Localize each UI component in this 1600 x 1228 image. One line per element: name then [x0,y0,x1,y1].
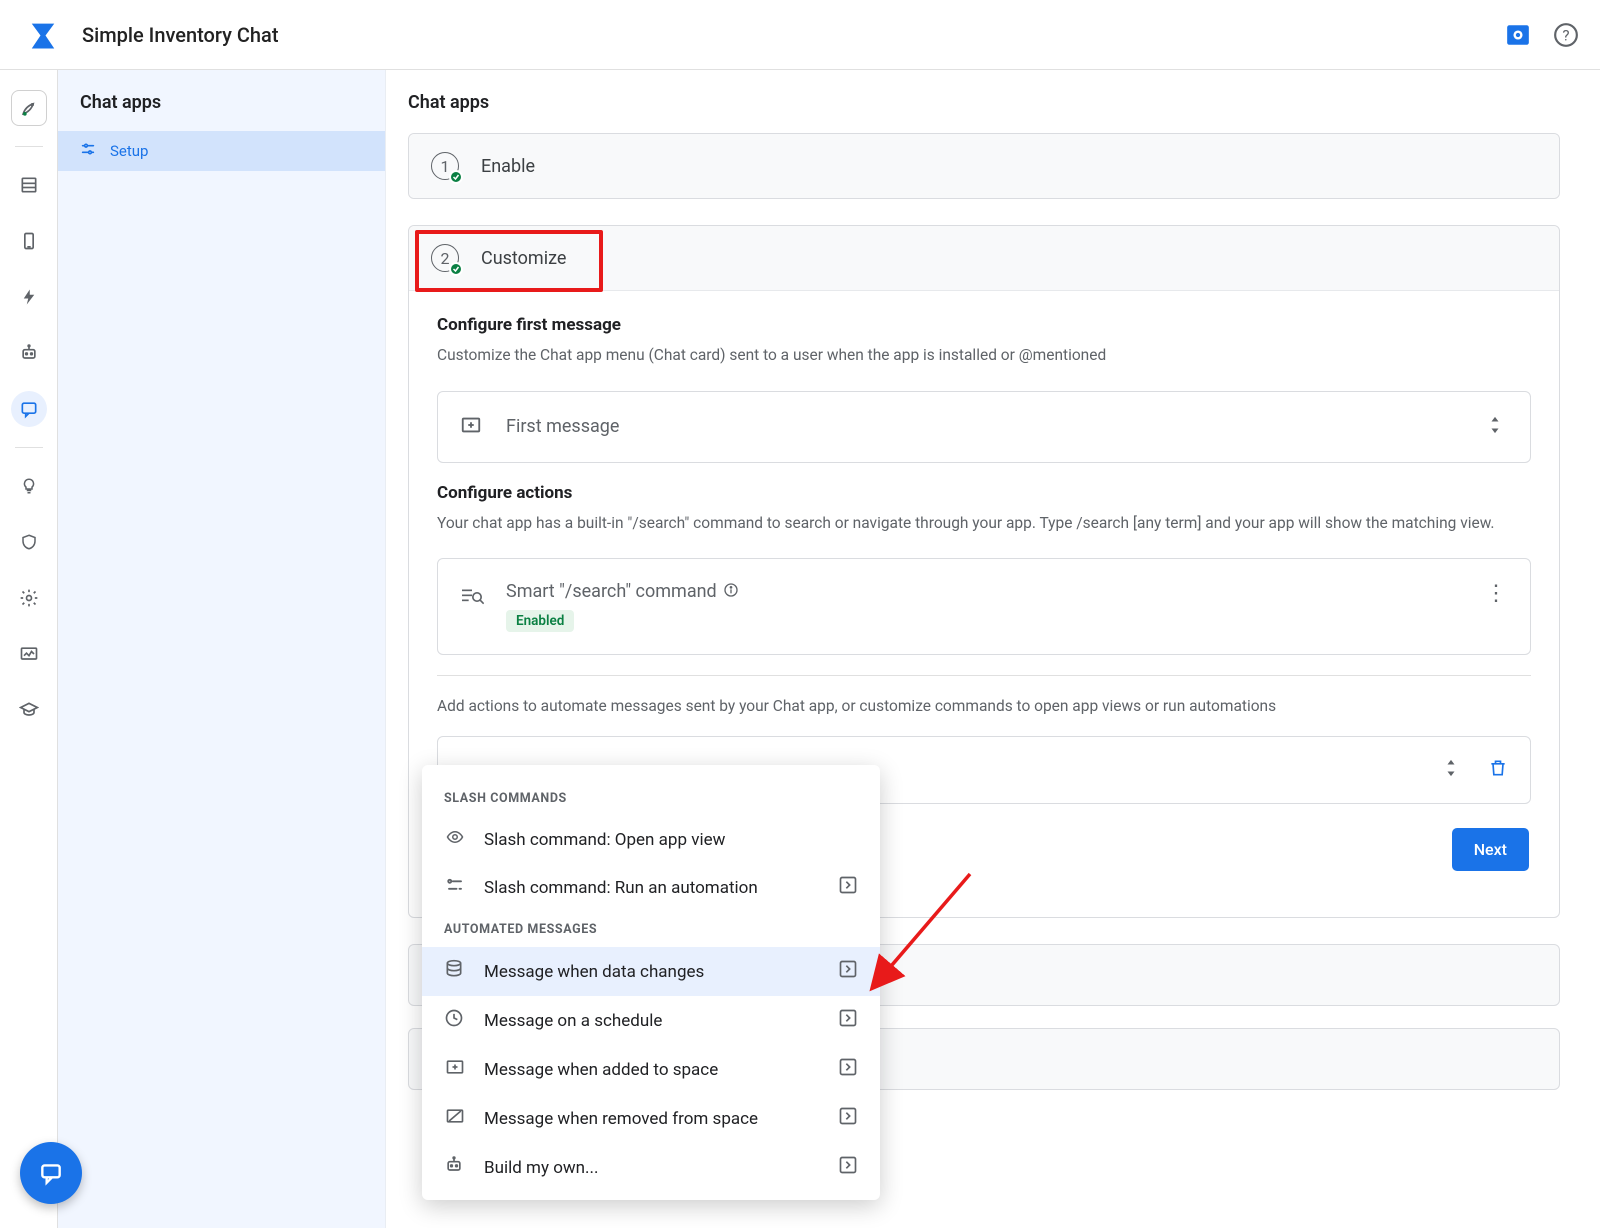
search-command-tile[interactable]: Smart "/search" command Enabled ⋮ [437,558,1531,655]
step-2-title: Customize [481,248,566,269]
expand-icon[interactable] [1482,414,1508,440]
info-icon[interactable] [723,582,739,602]
preview-icon[interactable] [1504,21,1532,49]
step-1-title: Enable [481,156,535,177]
rail-bolt-icon[interactable] [11,279,47,315]
card-plus-icon [444,1057,466,1082]
menu-item-data-changes[interactable]: Message when data changes [422,947,880,996]
menu-item-open-view[interactable]: Slash command: Open app view [422,816,880,863]
action-type-menu: SLASH COMMANDS Slash command: Open app v… [422,765,880,1200]
enter-icon [838,1057,858,1082]
first-message-tile-label: First message [506,416,619,437]
first-message-section-desc: Customize the Chat app menu (Chat card) … [437,345,1531,367]
sidebar-item-setup[interactable]: Setup [58,131,385,171]
search-command-label: Smart "/search" command [506,581,717,602]
enter-icon [838,959,858,984]
step-enable-card[interactable]: 1 Enable [408,133,1560,199]
svg-text:?: ? [1562,26,1569,44]
actions-hint: Add actions to automate messages sent by… [437,696,1531,718]
enabled-badge: Enabled [506,610,574,632]
next-button[interactable]: Next [1452,828,1529,871]
rail-gear-icon[interactable] [11,580,47,616]
sidebar-item-label: Setup [110,142,148,160]
menu-group-label: AUTOMATED MESSAGES [422,912,880,947]
flow-icon [444,876,466,899]
appsheet-logo-icon [28,20,58,50]
enter-icon [838,875,858,900]
main-panel: Chat apps 1 Enable 2 [386,70,1600,1228]
step-1-badge: 1 [431,152,459,180]
icon-rail [0,70,58,1228]
clock-icon [444,1008,466,1033]
check-icon [449,170,463,184]
rail-grad-cap-icon[interactable] [11,692,47,728]
menu-item-added-space[interactable]: Message when added to space [422,1045,880,1094]
kebab-icon[interactable]: ⋮ [1484,581,1508,606]
menu-item-build-own[interactable]: Build my own... [422,1143,880,1192]
card-remove-icon [444,1106,466,1131]
expand-icon[interactable] [1438,757,1464,783]
delete-icon[interactable] [1488,758,1508,782]
enter-icon [838,1008,858,1033]
rail-chat-icon[interactable] [11,391,47,427]
rail-lightbulb-icon[interactable] [11,468,47,504]
first-message-section-title: Configure first message [437,315,1531,335]
menu-group-label: SLASH COMMANDS [422,781,880,816]
rail-phone-icon[interactable] [11,223,47,259]
enter-icon [838,1106,858,1131]
main-title: Chat apps [408,86,1560,133]
step-2-badge: 2 [431,244,459,272]
actions-section-title: Configure actions [437,483,1531,503]
sidebar: Chat apps Setup [58,70,386,1228]
menu-item-removed-space[interactable]: Message when removed from space [422,1094,880,1143]
rail-rocket-icon[interactable] [11,90,47,126]
database-icon [444,959,466,984]
bot-icon [444,1155,466,1180]
app-title: Simple Inventory Chat [82,23,279,47]
actions-section-desc: Your chat app has a built-in "/search" c… [437,513,1531,535]
enter-icon [838,1155,858,1180]
rail-list-icon[interactable] [11,167,47,203]
rail-shield-icon[interactable] [11,524,47,560]
app-header: Simple Inventory Chat ? [0,0,1600,70]
rail-monitor-icon[interactable] [11,636,47,672]
card-plus-icon [460,414,482,440]
search-list-icon [460,581,482,611]
rail-bot-icon[interactable] [11,335,47,371]
chat-fab[interactable] [20,1142,82,1204]
tune-icon [80,141,96,161]
eye-icon [444,828,466,851]
sidebar-title: Chat apps [58,86,385,131]
help-icon[interactable]: ? [1552,21,1580,49]
first-message-tile[interactable]: First message [437,391,1531,463]
menu-item-schedule[interactable]: Message on a schedule [422,996,880,1045]
check-icon [449,262,463,276]
menu-item-run-automation[interactable]: Slash command: Run an automation [422,863,880,912]
